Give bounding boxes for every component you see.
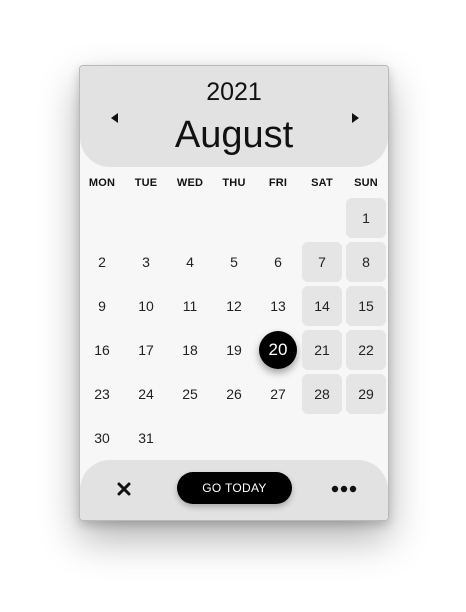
day-cell-30[interactable]: 30 [82,418,122,458]
go-today-button[interactable]: GO TODAY [177,472,292,504]
close-button[interactable] [113,478,135,500]
day-cell-5[interactable]: 5 [214,242,254,282]
day-cell-7[interactable]: 7 [302,242,342,282]
day-cell-2[interactable]: 2 [82,242,122,282]
more-horizontal-icon [331,485,357,493]
day-cell-29[interactable]: 29 [346,374,386,414]
day-cell-27[interactable]: 27 [258,374,298,414]
day-cell-21[interactable]: 21 [302,330,342,370]
day-cell-9[interactable]: 9 [82,286,122,326]
day-cell-22[interactable]: 22 [346,330,386,370]
day-cell-28[interactable]: 28 [302,374,342,414]
day-cell-15[interactable]: 15 [346,286,386,326]
day-cell-18[interactable]: 18 [170,330,210,370]
day-cell-26[interactable]: 26 [214,374,254,414]
day-cell-11[interactable]: 11 [170,286,210,326]
day-cell-1[interactable]: 1 [346,198,386,238]
day-cell-6[interactable]: 6 [258,242,298,282]
close-icon [117,482,131,496]
day-cell-23[interactable]: 23 [82,374,122,414]
day-cell-13[interactable]: 13 [258,286,298,326]
day-cell-4[interactable]: 4 [170,242,210,282]
day-cell-24[interactable]: 24 [126,374,166,414]
day-cell-8[interactable]: 8 [346,242,386,282]
day-cell-19[interactable]: 19 [214,330,254,370]
day-cell-17[interactable]: 17 [126,330,166,370]
day-cell-3[interactable]: 3 [126,242,166,282]
day-grid: 1 2 3 4 5 6 7 8 9 10 11 12 13 14 15 16 17 18 19 20 21 22 23 24 2… [80,66,388,520]
selected-day[interactable]: 20 [259,331,297,369]
day-cell-12[interactable]: 12 [214,286,254,326]
day-cell-31[interactable]: 31 [126,418,166,458]
stage: 2021 August MON TUE WED THU FRI SAT SUN 123456… [0,0,466,612]
day-cell-10[interactable]: 10 [126,286,166,326]
day-cell-16[interactable]: 16 [82,330,122,370]
day-cell-25[interactable]: 25 [170,374,210,414]
calendar-card: 2021 August MON TUE WED THU FRI SAT SUN 123456… [79,65,389,521]
more-button[interactable] [330,478,358,500]
calendar-footer: GO TODAY [80,460,388,520]
day-cell-14[interactable]: 14 [302,286,342,326]
